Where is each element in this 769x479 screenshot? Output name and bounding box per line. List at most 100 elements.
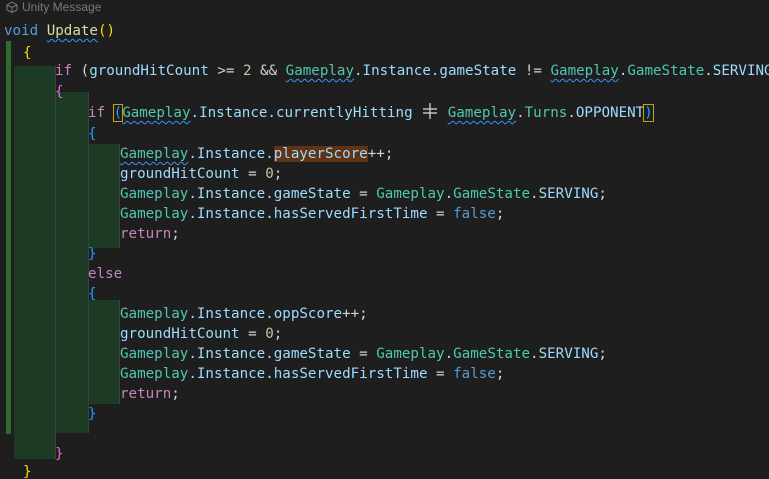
code-token: = [239,326,266,342]
codelens-label: Unity Message [22,0,102,14]
code-editor[interactable]: Unity Message void Update() { if (ground… [0,0,769,479]
code-line-2[interactable]: { [23,40,32,66]
code-token: . [567,105,576,121]
class-gameplay: Gameplay [122,105,191,121]
code-token: . [704,63,713,79]
not-equal-operator [423,103,438,119]
code-line-11[interactable]: return; [120,221,180,247]
class-gameplay: Gameplay [447,105,517,121]
open-brace: { [23,45,32,61]
code-token: ++; [342,306,368,322]
code-token: ; [495,366,505,382]
code-token: ; [171,386,180,402]
indent-shade-level-3b [88,300,119,404]
keyword-false: false [453,366,496,382]
member-access: .Instance.gameState [188,186,351,202]
code-token: = [350,346,377,362]
highlighted-player-score: playerScore [273,146,368,162]
code-token: = [350,186,377,202]
code-line-5[interactable]: if (Gameplay.Instance.currentlyHitting G… [88,100,654,126]
code-token: ; [273,326,283,342]
keyword-if: if [88,105,106,121]
close-brace: } [88,406,97,422]
code-token: = [427,366,454,382]
code-token: = [239,166,266,182]
open-brace: { [55,84,64,100]
number-literal: 2 [242,63,252,79]
method-name-update[interactable]: Update [47,23,98,39]
keyword-return: return [120,226,172,242]
class-gameplay: Gameplay [120,366,189,382]
code-token: >= [208,63,243,79]
type-gamestate: GameState [453,186,531,202]
unity-icon [6,1,18,13]
enum-serving: SERVING [538,346,599,362]
code-token: ; [273,166,283,182]
gutter-change-marker [6,41,11,434]
member-access: .Instance.gameState [354,63,517,79]
enum-opponent: OPPONENT [575,105,645,121]
class-gameplay: Gameplay [285,63,355,79]
codelens[interactable]: Unity Message [0,0,769,16]
enum-serving: SERVING [712,63,769,79]
code-token: != [516,63,551,79]
var-groundhitcount: groundHitCount [120,326,240,342]
code-token: ; [598,346,607,362]
code-line-6[interactable]: { [88,121,97,147]
member-access: .Instance.hasServedFirstTime [188,206,428,222]
member-access: .Instance.gameState [188,346,351,362]
keyword-else: else [88,266,123,282]
code-token: = [427,206,454,222]
code-token: ++; [367,146,394,162]
open-brace: { [88,126,97,142]
code-token: . [530,186,539,202]
class-gameplay: Gameplay [550,63,619,79]
class-gameplay: Gameplay [376,186,445,202]
matched-close-paren: ) [643,104,654,122]
code-line-1[interactable]: void Update() [4,18,115,44]
class-gameplay: Gameplay [120,206,189,222]
number-literal: 0 [265,166,274,182]
code-token: . [444,346,454,362]
code-token: . [516,105,525,121]
code-line-14[interactable]: { [88,281,97,307]
code-line-20[interactable]: } [88,401,97,427]
matched-open-paren: ( [112,104,124,122]
code-line-22[interactable]: } [55,441,64,467]
type-gamestate: GameState [453,346,531,362]
number-literal: 0 [265,326,274,342]
class-gameplay: Gameplay [120,306,189,322]
type-gamestate: GameState [627,63,705,79]
code-line-19[interactable]: return; [120,381,180,407]
type-turns: Turns [524,105,568,121]
code-token: . [444,186,454,202]
code-token: ; [495,206,505,222]
member-access: .Instance.oppScore [188,306,343,322]
code-line-23[interactable]: } [23,459,32,479]
code-token: ; [171,226,180,242]
code-line-4[interactable]: { [55,79,64,105]
keyword-void: void [4,23,39,39]
parens: () [97,23,116,39]
var-groundhitcount: groundHitCount [120,166,240,182]
member-access: .Instance.currentlyHitting [190,105,413,121]
code-token: ; [598,186,607,202]
keyword-return: return [120,386,172,402]
close-brace: } [55,446,64,462]
indent-guide [55,66,56,459]
code-line-3[interactable]: if (groundHitCount >= 2 && Gameplay.Inst… [55,58,769,84]
class-gameplay: Gameplay [120,146,189,162]
indent-shade-level-3a [88,144,119,248]
indent-shade-level-1 [14,66,55,459]
code-token: ( [72,63,90,79]
class-gameplay: Gameplay [120,186,189,202]
class-gameplay: Gameplay [376,346,445,362]
code-token: . [530,346,539,362]
var-groundhitcount: groundHitCount [89,63,209,79]
enum-serving: SERVING [538,186,599,202]
class-gameplay: Gameplay [120,346,189,362]
member-access: .Instance. [188,146,274,162]
